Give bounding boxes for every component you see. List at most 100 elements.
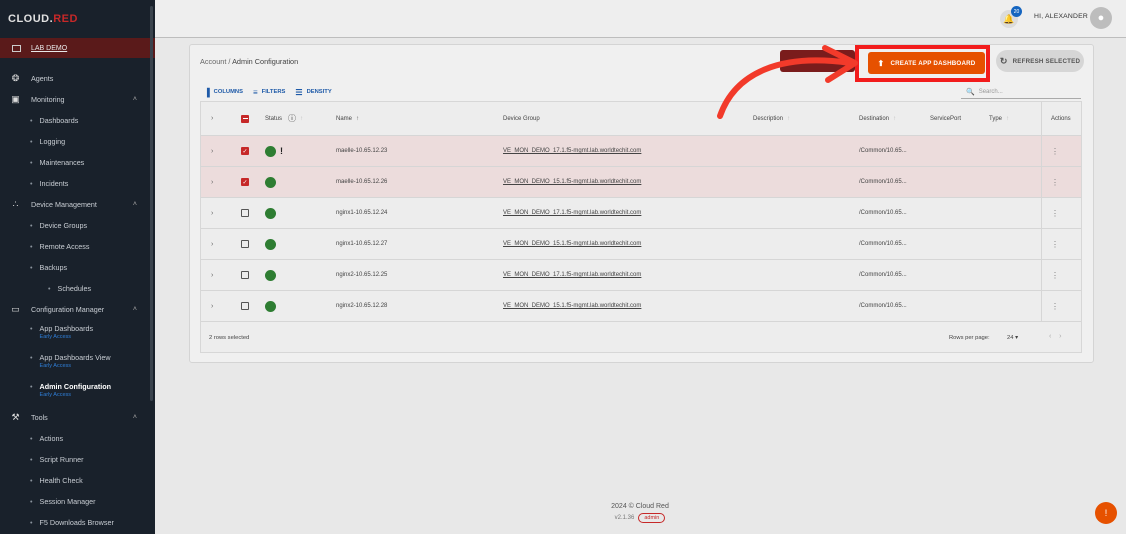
sidebar-item-remote-access[interactable]: • Remote Access — [0, 236, 155, 257]
refresh-selected-button[interactable]: ↻ REFRESH SELECTED — [996, 50, 1084, 72]
sidebar: CL O UD. RED LAB DEMO ❂ Agents ▣ Monitoring ˄ • D… — [0, 0, 155, 534]
status-cell — [265, 291, 276, 321]
device-group-link[interactable]: VE_MON_DEMO_15.1.f5-mgmt.lab.worldtechit… — [503, 229, 641, 259]
expand-row-icon[interactable]: › — [211, 136, 213, 166]
table-row[interactable]: › nginx2-10.65.12.28 VE_MON_DEMO_15.1.f5-m… — [201, 291, 1081, 322]
sort-icon: ↑ — [893, 115, 897, 122]
upload-icon: ⬆ — [877, 58, 885, 68]
next-page-icon[interactable]: › — [1059, 333, 1061, 340]
row-checkbox[interactable] — [241, 240, 249, 248]
sidebar-item-actions[interactable]: • Actions — [0, 428, 155, 449]
header-actions: Actions — [1051, 115, 1071, 122]
row-checkbox[interactable] — [241, 209, 249, 217]
device-group-link[interactable]: VE_MON_DEMO_15.1.f5-mgmt.lab.worldtechit… — [503, 291, 641, 321]
sidebar-item-agents[interactable]: ❂ Agents — [0, 68, 155, 89]
sidebar-label: App Dashboards — [39, 324, 94, 333]
early-access-note: Early Access — [39, 392, 72, 398]
notification-badge: 20 — [1011, 6, 1022, 17]
row-actions-menu-icon[interactable]: ⋮ — [1051, 291, 1059, 321]
prev-page-icon[interactable]: ‹ — [1049, 333, 1051, 340]
info-icon[interactable]: ⓘ — [288, 113, 296, 124]
chevron-up-icon[interactable]: ˄ — [133, 306, 137, 313]
sidebar-item-backups[interactable]: • Backups — [0, 257, 155, 278]
sidebar-item-session-manager[interactable]: • Session Manager — [0, 491, 155, 512]
sidebar-item-configuration-manager[interactable]: ▭ Configuration Manager ˄ — [0, 299, 155, 320]
sidebar-item-maintenances[interactable]: • Maintenances — [0, 152, 155, 173]
table-row[interactable]: › ✓! maelle-10.65.12.23 VE_MON_DEMO_17.1.f5… — [201, 136, 1081, 167]
status-ok-icon — [265, 269, 276, 281]
row-actions-menu-icon[interactable]: ⋮ — [1051, 229, 1059, 259]
header-service-port[interactable]: ServicePort — [930, 102, 961, 135]
sidebar-item-device-management[interactable]: ∴ Device Management ˄ — [0, 194, 155, 215]
row-checkbox[interactable]: ✓ — [241, 147, 249, 155]
sidebar-item-script-runner[interactable]: • Script Runner — [0, 449, 155, 470]
device-group-link[interactable]: VE_MON_DEMO_17.1.f5-mgmt.lab.worldtechit… — [503, 198, 641, 228]
name-cell: nginx2-10.65.12.25 — [336, 272, 388, 278]
sidebar-label: Remote Access — [39, 242, 90, 251]
expand-row-icon[interactable]: › — [211, 291, 213, 321]
density-icon: ☰ — [295, 87, 303, 97]
filters-button[interactable]: ≡ FILTERS — [253, 88, 285, 97]
expand-row-icon[interactable]: › — [211, 167, 213, 197]
header-type[interactable]: Type ↑ — [989, 102, 1009, 135]
expand-row-icon[interactable]: › — [211, 260, 213, 290]
sidebar-item-dashboards[interactable]: • Dashboards — [0, 110, 155, 131]
select-all-checkbox[interactable] — [241, 114, 249, 123]
sidebar-item-app-dashboards-view[interactable]: • App Dashboards View Early Access — [0, 349, 155, 378]
app-logo[interactable]: CL O UD. RED — [0, 0, 155, 38]
table-row[interactable]: › ✓ maelle-10.65.12.26 VE_MON_DEMO_15.1.f5-… — [201, 167, 1081, 198]
sidebar-item-admin-configuration[interactable]: • Admin Configuration Early Access — [0, 378, 155, 407]
device-group-link[interactable]: VE_MON_DEMO_15.1.f5-mgmt.lab.worldtechit… — [503, 167, 641, 197]
chevron-up-icon[interactable]: ˄ — [133, 201, 137, 208]
rows-per-page-select[interactable]: 24 ▾ — [1007, 335, 1018, 341]
device-group-link[interactable]: VE_MON_DEMO_17.1.f5-mgmt.lab.worldtechit… — [503, 260, 641, 290]
header-name[interactable]: Name ↑ — [336, 102, 359, 135]
sidebar-item-f5-downloads-browser[interactable]: • F5 Downloads Browser — [0, 512, 155, 533]
header-device-group[interactable]: Device Group — [503, 102, 540, 135]
bullet-icon: • — [30, 116, 33, 125]
expand-row-icon[interactable]: › — [211, 198, 213, 228]
agent-icon: ❂ — [11, 73, 20, 83]
sort-icon: ↑ — [300, 115, 304, 122]
columns-button[interactable]: ▐ COLUMNS — [204, 88, 243, 97]
sidebar-item-incidents[interactable]: • Incidents — [0, 173, 155, 194]
sidebar-label: F5 Downloads Browser — [39, 518, 114, 527]
sidebar-item-monitoring[interactable]: ▣ Monitoring ˄ — [0, 89, 155, 110]
expand-all-icon[interactable]: › — [211, 102, 213, 135]
sidebar-item-app-dashboards[interactable]: • App Dashboards Early Access — [0, 320, 155, 349]
sidebar-scrollbar[interactable] — [150, 6, 153, 401]
row-actions-menu-icon[interactable]: ⋮ — [1051, 198, 1059, 228]
bullet-icon: • — [30, 434, 33, 443]
destination-cell: /Common/10.65... — [859, 272, 907, 278]
status-cell — [265, 198, 276, 228]
row-checkbox[interactable] — [241, 271, 249, 279]
sidebar-item-device-groups[interactable]: • Device Groups — [0, 215, 155, 236]
sidebar-item-health-check[interactable]: • Health Check — [0, 470, 155, 491]
bullet-icon: • — [48, 284, 51, 293]
density-button[interactable]: ☰ DENSITY — [295, 88, 331, 97]
bullet-icon: • — [30, 221, 33, 230]
sidebar-item-lab-demo[interactable]: LAB DEMO — [0, 38, 155, 58]
row-actions-menu-icon[interactable]: ⋮ — [1051, 260, 1059, 290]
breadcrumb-account[interactable]: Account — [200, 57, 226, 66]
sidebar-item-logging[interactable]: • Logging — [0, 131, 155, 152]
chat-icon[interactable]: ! — [1095, 502, 1117, 524]
chevron-up-icon[interactable]: ˄ — [133, 96, 137, 103]
create-app-dashboard-button[interactable]: ⬆ CREATE APP DASHBOARD — [868, 52, 985, 74]
chevron-up-icon[interactable]: ˄ — [133, 414, 137, 421]
expand-row-icon[interactable]: › — [211, 229, 213, 259]
bullet-icon: • — [30, 179, 33, 188]
row-checkbox[interactable] — [241, 302, 249, 310]
table-row[interactable]: › nginx1-10.65.12.27 VE_MON_DEMO_15.1.f5-m… — [201, 229, 1081, 260]
sidebar-item-tools[interactable]: ⚒ Tools ˄ — [0, 407, 155, 428]
table-row[interactable]: › nginx1-10.65.12.24 VE_MON_DEMO_17.1.f5-m… — [201, 198, 1081, 229]
search-input[interactable]: 🔍 Search... — [961, 85, 1081, 99]
device-group-link[interactable]: VE_MON_DEMO_17.1.f5-mgmt.lab.worldtechit… — [503, 136, 641, 166]
sidebar-item-schedules[interactable]: • Schedules — [0, 278, 155, 299]
avatar[interactable]: ● — [1090, 7, 1112, 29]
row-actions-menu-icon[interactable]: ⋮ — [1051, 167, 1059, 197]
table-row[interactable]: › nginx2-10.65.12.25 VE_MON_DEMO_17.1.f5-m… — [201, 260, 1081, 291]
row-checkbox[interactable]: ✓ — [241, 178, 249, 186]
header-status[interactable]: Status ⓘ ↑ — [265, 102, 303, 135]
row-actions-menu-icon[interactable]: ⋮ — [1051, 136, 1059, 166]
